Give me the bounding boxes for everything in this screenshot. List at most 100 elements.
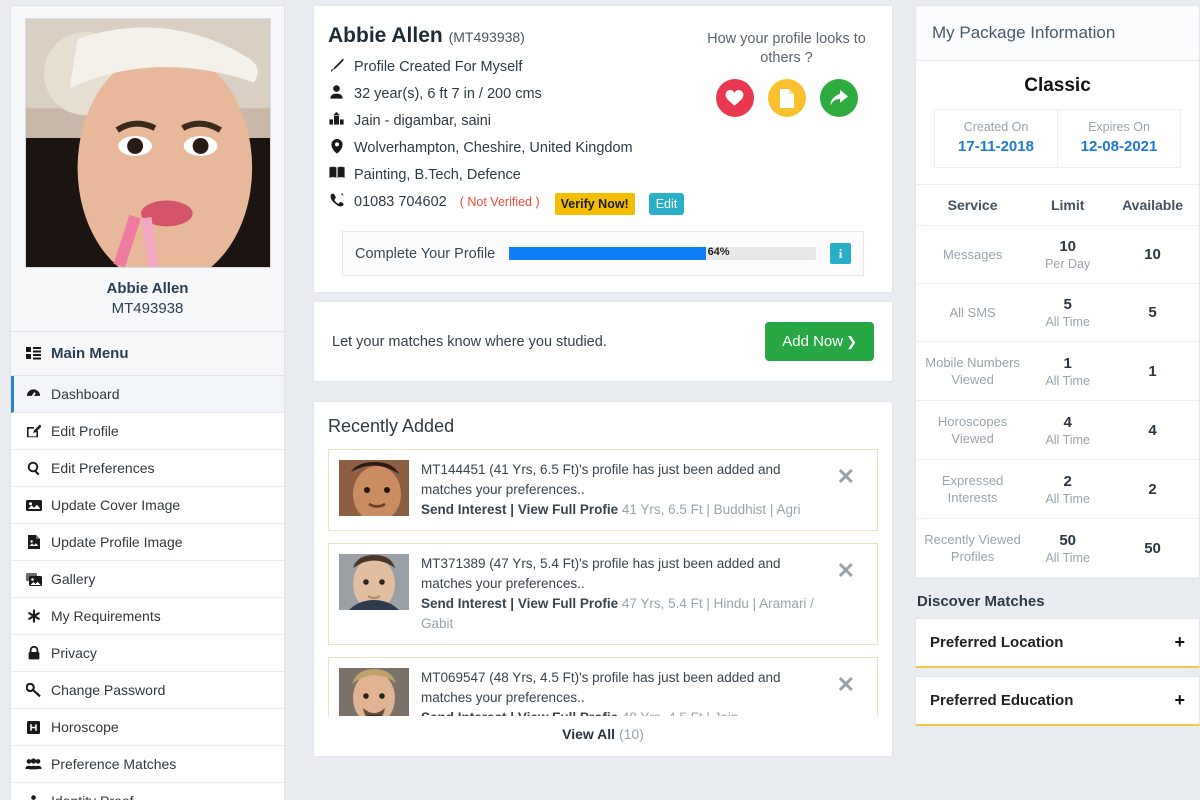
sidebar-item-horoscope[interactable]: Horoscope	[11, 709, 284, 746]
service-available: 50	[1106, 518, 1199, 578]
edit-phone-button[interactable]: Edit	[648, 193, 685, 215]
column-available: Available	[1106, 184, 1199, 226]
package-header: My Package Information	[916, 6, 1199, 61]
view-full-profile-link[interactable]: View Full Profie	[518, 596, 618, 611]
close-icon[interactable]: ✕	[837, 554, 867, 582]
profile-completion-label: Complete Your Profile	[355, 245, 496, 262]
phone-icon	[328, 193, 345, 207]
package-expires-value: 12-08-2021	[1080, 138, 1158, 155]
view-all-link[interactable]: View All (10)	[314, 716, 892, 756]
discover-preferred-education[interactable]: Preferred Education +	[915, 676, 1200, 726]
sidebar-item-edit-profile[interactable]: Edit Profile	[11, 413, 284, 450]
sidebar-item-label: Edit Profile	[51, 423, 119, 439]
verify-now-button[interactable]: Verify Now!	[554, 193, 635, 215]
sidebar-item-edit-preferences[interactable]: Edit Preferences	[11, 450, 284, 487]
right-column: My Package Information Classic Created O…	[915, 5, 1200, 734]
asterisk-icon	[25, 609, 42, 623]
profile-member-id: (MT493938)	[448, 29, 525, 45]
limit-period: All Time	[1045, 315, 1090, 329]
add-now-button[interactable]: Add Now ❯	[765, 322, 874, 361]
sidebar-item-identity-proof[interactable]: Identity Proof	[11, 783, 284, 800]
profile-completion-box: Complete Your Profile 64% i	[342, 231, 864, 276]
service-limit: 4 All Time	[1029, 400, 1107, 460]
add-now-label: Add Now	[782, 333, 844, 350]
sidebar-item-label: My Requirements	[51, 608, 161, 624]
document-button[interactable]	[767, 79, 806, 117]
limit-value: 50	[1059, 531, 1076, 549]
send-interest-link[interactable]: Send Interest	[421, 596, 507, 611]
limit-period: All Time	[1045, 550, 1090, 565]
sidebar-item-label: Gallery	[51, 571, 96, 587]
match-photo	[339, 554, 409, 610]
table-row: Horoscopes Viewed 4 All Time 4	[916, 400, 1199, 460]
dashboard-page: Abbie Allen MT493938 Main Menu Dashboard…	[0, 0, 1200, 800]
list-item[interactable]: MT144451 (41 Yrs, 6.5 Ft)'s profile has …	[328, 449, 878, 531]
lock-icon	[25, 646, 42, 660]
close-icon[interactable]: ✕	[837, 460, 867, 488]
user-icon	[328, 85, 345, 99]
menu-list-icon	[25, 347, 42, 360]
favorite-heart-button[interactable]	[715, 79, 754, 117]
package-plan-name: Classic	[1024, 75, 1091, 96]
sidebar-item-label: Identity Proof	[51, 793, 134, 800]
phone-verification-status: ( Not Verified )	[459, 195, 540, 209]
list-item[interactable]: MT371389 (47 Yrs, 5.4 Ft)'s profile has …	[328, 543, 878, 645]
limit-period: All Time	[1045, 491, 1090, 506]
match-body: MT371389 (47 Yrs, 5.4 Ft)'s profile has …	[421, 554, 825, 634]
column-service: Service	[916, 184, 1030, 226]
table-header-row: Service Limit Available	[916, 184, 1199, 226]
match-headline: MT069547 (48 Yrs, 4.5 Ft)'s profile has …	[421, 670, 781, 705]
discover-preferred-location[interactable]: Preferred Location +	[915, 618, 1200, 668]
sidebar-item-label: Dashboard	[51, 386, 120, 402]
sidebar-item-my-requirements[interactable]: My Requirements	[11, 598, 284, 635]
close-icon[interactable]: ✕	[837, 668, 867, 696]
sidebar-item-dashboard[interactable]: Dashboard	[11, 376, 284, 413]
sidebar-item-label: Preference Matches	[51, 756, 177, 772]
profile-looks-box: How your profile looks to others ?	[699, 30, 874, 117]
match-headline: MT371389 (47 Yrs, 5.4 Ft)'s profile has …	[421, 556, 781, 591]
progress-fill	[509, 247, 706, 260]
book-icon	[328, 166, 345, 179]
info-icon[interactable]: i	[830, 243, 851, 264]
profile-looks-title: How your profile looks to others ?	[707, 31, 866, 66]
main-menu-header: Main Menu	[11, 332, 284, 376]
detail-text: Painting, B.Tech, Defence	[354, 167, 521, 183]
table-row: Recently Viewed Profiles 50 All Time 50	[916, 518, 1199, 578]
image-icon	[25, 499, 42, 512]
package-expires: Expires On 12-08-2021	[1057, 110, 1180, 167]
sidebar-item-label: Change Password	[51, 682, 166, 698]
service-name: Expressed Interests	[916, 459, 1030, 519]
view-full-profile-link[interactable]: View Full Profie	[518, 502, 618, 517]
community-icon	[328, 112, 345, 125]
limit-period: All Time	[1045, 373, 1090, 388]
table-row: Mobile Numbers Viewed 1 All Time 1	[916, 341, 1199, 401]
sidebar-item-update-profile-image[interactable]: Update Profile Image	[11, 524, 284, 561]
package-created-value: 17-11-2018	[958, 138, 1034, 155]
sidebar-item-preference-matches[interactable]: Preference Matches	[11, 746, 284, 783]
sidebar-item-label: Edit Preferences	[51, 460, 155, 476]
service-limit: 50 All Time	[1029, 518, 1107, 578]
sidebar-item-update-cover-image[interactable]: Update Cover Image	[11, 487, 284, 524]
dashboard-icon	[25, 388, 42, 401]
view-all-label: View All	[562, 726, 616, 742]
sidebar-item-gallery[interactable]: Gallery	[11, 561, 284, 598]
limit-period: All Time	[1045, 432, 1090, 447]
sidebar-item-privacy[interactable]: Privacy	[11, 635, 284, 672]
sidebar-profile-id: MT493938	[111, 300, 184, 317]
table-row: All SMS 5 All Time 5	[916, 283, 1199, 342]
send-interest-link[interactable]: Send Interest	[421, 502, 507, 517]
detail-text: Profile Created For Myself	[354, 59, 523, 75]
sidebar-item-change-password[interactable]: Change Password	[11, 672, 284, 709]
limit-value: 1	[1063, 354, 1072, 372]
package-created: Created On 17-11-2018	[935, 110, 1057, 167]
sidebar-item-label: Update Profile Image	[51, 534, 183, 550]
profile-summary-panel: Abbie Allen (MT493938) Profile Created F…	[313, 5, 893, 293]
detail-text: Wolverhampton, Cheshire, United Kingdom	[354, 140, 633, 156]
share-button[interactable]	[819, 79, 858, 117]
sidebar-item-label: Horoscope	[51, 719, 119, 735]
match-meta: 41 Yrs, 6.5 Ft | Buddhist | Agri	[618, 502, 801, 517]
service-name: Recently Viewed Profiles	[916, 518, 1030, 578]
search-icon	[25, 461, 42, 475]
service-available: 2	[1106, 459, 1199, 519]
sidebar-profile-card: Abbie Allen MT493938	[11, 6, 284, 332]
